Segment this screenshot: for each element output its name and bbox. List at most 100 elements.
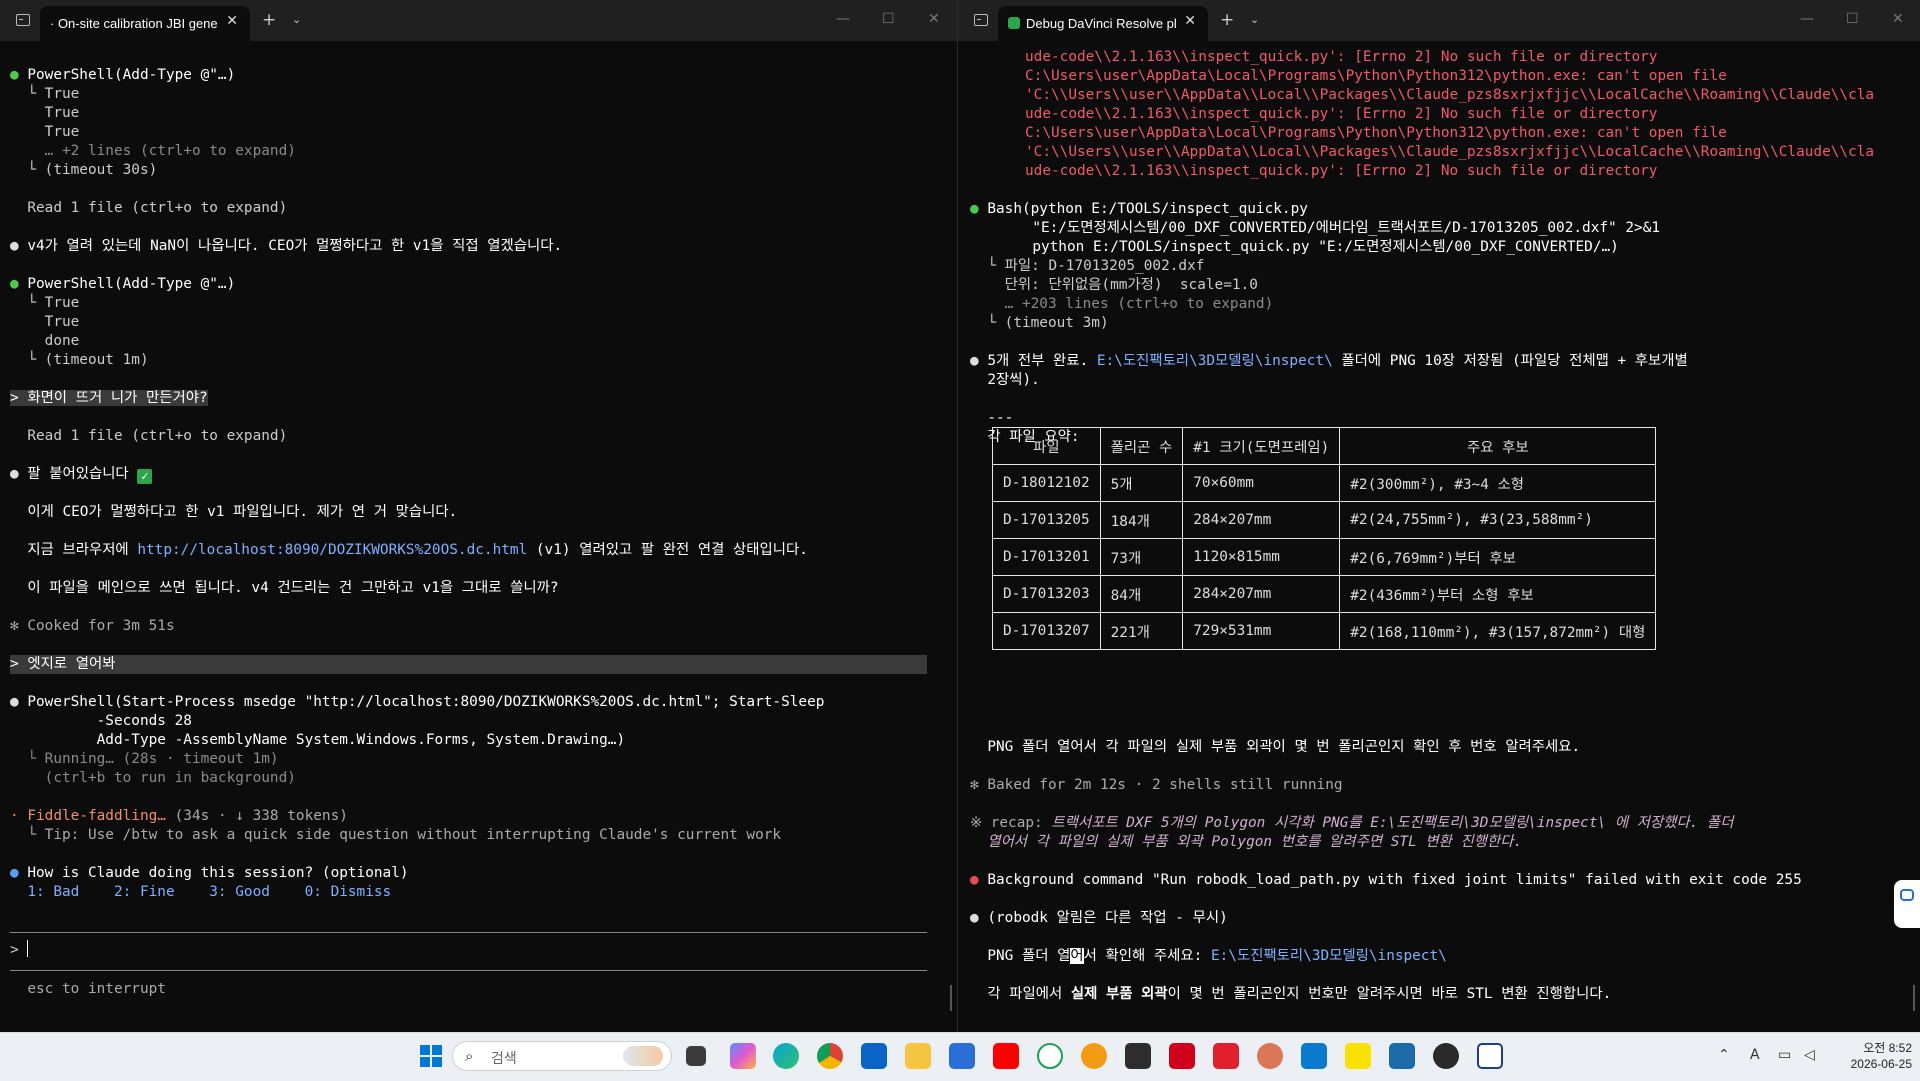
volume-icon[interactable]: ◁ bbox=[1804, 1047, 1815, 1063]
kakaotalk-icon[interactable] bbox=[1345, 1043, 1371, 1069]
output-line: done bbox=[10, 333, 80, 349]
task-view-icon[interactable] bbox=[686, 1046, 706, 1066]
prompt-input[interactable] bbox=[27, 940, 29, 957]
read-file-line[interactable]: Read 1 file (ctrl+o to expand) bbox=[27, 200, 287, 216]
assistant-message: PNG 폴더 열 bbox=[987, 948, 1071, 964]
table-cell: D-17013201 bbox=[992, 538, 1101, 576]
error-line: C:\Users\user\AppData\Local\Programs\Pyt… bbox=[1025, 68, 1727, 84]
chatgpt-icon[interactable] bbox=[1037, 1043, 1063, 1069]
table-cell: 70×60mm bbox=[1182, 464, 1341, 502]
expand-hint[interactable]: … +203 lines (ctrl+o to expand) bbox=[970, 296, 1274, 312]
expand-hint[interactable]: … +2 lines (ctrl+o to expand) bbox=[10, 143, 296, 159]
table-cell: 84개 bbox=[1099, 575, 1184, 613]
emphasis: 실제 부품 외곽 bbox=[1070, 986, 1168, 1002]
tab-close-icon[interactable]: ✕ bbox=[226, 13, 238, 29]
error-line: ude-code\\2.1.163\\inspect_quick.py': [E… bbox=[1025, 106, 1658, 122]
scrollbar[interactable] bbox=[950, 985, 952, 1011]
davinci-icon[interactable] bbox=[1433, 1043, 1459, 1069]
youtube-icon[interactable] bbox=[993, 1043, 1019, 1069]
clock[interactable]: 오전 8:52 2026-06-25 bbox=[1832, 1040, 1912, 1072]
tip-line: └ Tip: Use /btw to ask a quick side ques… bbox=[10, 827, 782, 843]
new-tab-icon[interactable]: + bbox=[1220, 10, 1234, 30]
terminal-icon bbox=[974, 14, 988, 26]
tool-call: PowerShell(Add-Type @"…) bbox=[27, 276, 236, 292]
table-cell: #2(24,755mm²), #3(23,588mm²) bbox=[1339, 501, 1657, 539]
app-icon[interactable] bbox=[1389, 1043, 1415, 1069]
vscode-icon[interactable] bbox=[1301, 1043, 1327, 1069]
terminal-window-right[interactable]: Debug DaVinci Resolve pl ✕ + ⌄ — ☐ ✕ ude… bbox=[958, 0, 1920, 1032]
terminal-window-left[interactable]: · On-site calibration JBI gene ✕ + ⌄ — ☐… bbox=[0, 0, 958, 1032]
table-row: D-17013207 221개 729×531mm #2(168,110mm²), #… bbox=[992, 612, 1657, 650]
recap-label: ※ recap: bbox=[970, 815, 1052, 831]
prompt-marker: > bbox=[10, 942, 28, 958]
terminal-icon[interactable] bbox=[1125, 1043, 1151, 1069]
chevron-down-icon[interactable]: ⌄ bbox=[292, 13, 301, 26]
scrollbar[interactable] bbox=[1913, 985, 1915, 1011]
edge-icon[interactable] bbox=[773, 1043, 799, 1069]
maximize-icon[interactable]: ☐ bbox=[1846, 11, 1859, 27]
minimize-icon[interactable]: — bbox=[1800, 11, 1814, 27]
localhost-link[interactable]: http://localhost:8090/DOZIKWORKS%20OS.dc… bbox=[137, 542, 527, 558]
title-bar[interactable]: Debug DaVinci Resolve pl ✕ + ⌄ — ☐ ✕ bbox=[958, 0, 1920, 41]
folder-path-link[interactable]: E:\도진팩토리\3D모델링\inspect\ bbox=[1211, 948, 1447, 964]
claude-icon[interactable] bbox=[1257, 1043, 1283, 1069]
minimize-icon[interactable]: — bbox=[836, 11, 850, 27]
table-cell: 73개 bbox=[1099, 538, 1184, 576]
chrome-icon[interactable] bbox=[817, 1043, 843, 1069]
assistant-message: 각 파일에서 bbox=[987, 986, 1071, 1002]
error-line: C:\Users\user\AppData\Local\Programs\Pyt… bbox=[1025, 125, 1727, 141]
tab-active[interactable]: · On-site calibration JBI gene ✕ bbox=[40, 6, 250, 41]
assistant-message: 이 파일을 메인으로 쓰면 됩니다. v4 건드리는 건 그만하고 v1을 그대… bbox=[27, 580, 559, 596]
chevron-down-icon[interactable]: ⌄ bbox=[1250, 13, 1259, 26]
outlook-icon[interactable] bbox=[861, 1043, 887, 1069]
title-bar[interactable]: · On-site calibration JBI gene ✕ + ⌄ — ☐… bbox=[0, 0, 957, 41]
output-line: True bbox=[10, 105, 80, 121]
search-highlight-icon bbox=[623, 1046, 663, 1066]
user-prompt: > 엣지로 열어봐 bbox=[10, 655, 927, 674]
new-tab-icon[interactable]: + bbox=[262, 10, 276, 30]
side-widget[interactable] bbox=[1894, 880, 1920, 928]
language-indicator[interactable]: A bbox=[1750, 1047, 1760, 1063]
folder-path-link[interactable]: E:\도진팩토리\3D모델링\inspect\ bbox=[1097, 353, 1333, 369]
output-line: True bbox=[10, 124, 80, 140]
copilot-icon[interactable] bbox=[730, 1043, 756, 1069]
spinner-status: · Fiddle-faddling… bbox=[10, 808, 175, 824]
pdf-icon[interactable] bbox=[1213, 1043, 1239, 1069]
background-hint: (ctrl+b to run in background) bbox=[10, 770, 296, 786]
teams-icon[interactable] bbox=[1477, 1043, 1503, 1069]
assistant-message: (robodk 알림은 다른 작업 - 무시) bbox=[987, 910, 1228, 926]
search-input[interactable]: ⌕ 검색 bbox=[452, 1041, 672, 1071]
store-icon[interactable] bbox=[949, 1043, 975, 1069]
tab-close-icon[interactable]: ✕ bbox=[1184, 13, 1196, 29]
close-icon[interactable]: ✕ bbox=[928, 11, 940, 27]
read-file-line[interactable]: Read 1 file (ctrl+o to expand) bbox=[27, 428, 287, 444]
tool-call: PowerShell(Add-Type @"…) bbox=[27, 67, 236, 83]
acrobat-icon[interactable] bbox=[1169, 1043, 1195, 1069]
error-line: ude-code\\2.1.163\\inspect_quick.py': [E… bbox=[1025, 49, 1658, 65]
assistant-message: (v1) 열려있고 팔 완전 연결 상태입니다. bbox=[527, 542, 808, 558]
error-line: 'C:\\Users\\user\\AppData\\Local\\Packag… bbox=[1025, 87, 1875, 103]
maximize-icon[interactable]: ☐ bbox=[882, 11, 895, 27]
file-explorer-icon[interactable] bbox=[905, 1043, 931, 1069]
output-line: True bbox=[10, 314, 80, 330]
close-icon[interactable]: ✕ bbox=[1892, 11, 1904, 27]
feedback-options[interactable]: 1: Bad 2: Fine 3: Good 0: Dismiss bbox=[10, 884, 391, 900]
divider bbox=[10, 970, 927, 971]
table-cell: #2(436mm²)부터 소형 후보 bbox=[1339, 575, 1657, 613]
tray-chevron-icon[interactable]: ⌃ bbox=[1718, 1047, 1730, 1063]
tab-active[interactable]: Debug DaVinci Resolve pl ✕ bbox=[998, 6, 1208, 41]
start-icon[interactable] bbox=[418, 1043, 444, 1069]
table-cell: D-17013203 bbox=[992, 575, 1101, 613]
tool-call-cont: -Seconds 28 bbox=[10, 713, 192, 729]
output-line: └ 파일: D-17013205_002.dxf bbox=[970, 258, 1205, 274]
assistant-message: v4가 열려 있는데 NaN이 나옵니다. CEO가 멀쩡하다고 한 v1을 직… bbox=[27, 238, 563, 254]
search-tool-icon[interactable] bbox=[1081, 1043, 1107, 1069]
baked-status: ✻ Baked for 2m 12s · 2 shells still runn… bbox=[970, 777, 1343, 793]
clock-time: 오전 8:52 bbox=[1863, 1041, 1912, 1055]
table-header-cell: 파일 bbox=[992, 427, 1101, 465]
network-icon[interactable]: ▭ bbox=[1778, 1047, 1791, 1063]
tab-title: · On-site calibration JBI gene bbox=[50, 16, 218, 31]
clock-date: 2026-06-25 bbox=[1850, 1057, 1912, 1071]
tab-title: Debug DaVinci Resolve pl bbox=[1026, 16, 1176, 31]
token-count: (34s · ↓ 338 tokens) bbox=[174, 808, 348, 824]
